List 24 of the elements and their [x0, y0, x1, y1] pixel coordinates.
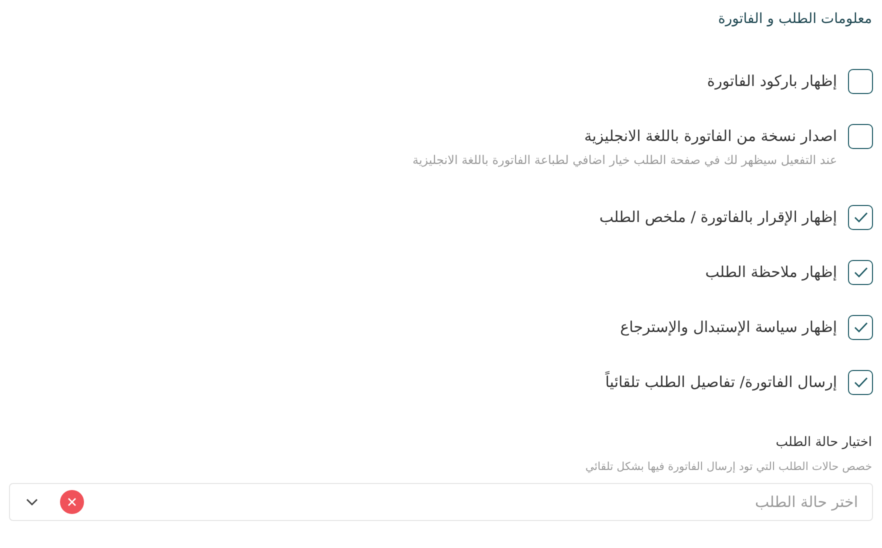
check-icon	[854, 322, 868, 333]
option-label: إظهار سياسة الإستبدال والإسترجاع	[620, 317, 837, 338]
checkbox[interactable]	[848, 315, 873, 340]
chevron-down-icon[interactable]	[26, 498, 38, 506]
status-select[interactable]: اختر حالة الطلب	[9, 483, 873, 521]
section-title: معلومات الطلب و الفاتورة	[717, 10, 872, 29]
checkbox[interactable]	[848, 370, 873, 395]
option-label: إظهار الإقرار بالفاتورة / ملخص الطلب	[599, 207, 837, 228]
checkbox[interactable]	[848, 124, 873, 149]
option-hint: عند التفعيل سيظهر لك في صفحة الطلب خيار اضافي لطباعة الفاتورة باللغة الانجليزية	[412, 152, 837, 169]
check-icon	[854, 212, 868, 223]
option-label: إظهار ملاحظة الطلب	[705, 262, 837, 283]
checkbox[interactable]	[848, 69, 873, 94]
checkbox[interactable]	[848, 205, 873, 230]
field-hint: خصص حالات الطلب التي تود إرسال الفاتورة فيها بشكل تلقائي	[584, 458, 872, 475]
option-label: إظهار باركود الفاتورة	[707, 71, 837, 92]
check-icon	[854, 267, 868, 278]
option-label: إرسال الفاتورة/ تفاصيل الطلب تلقائياً	[605, 370, 837, 393]
option-label: اصدار نسخة من الفاتورة باللغة الانجليزية	[583, 126, 837, 147]
check-icon	[854, 377, 868, 388]
status-input[interactable]: اختر حالة الطلب	[96, 490, 858, 514]
clear-icon[interactable]	[60, 490, 84, 514]
field-label: اختيار حالة الطلب	[774, 434, 872, 452]
checkbox[interactable]	[848, 260, 873, 285]
